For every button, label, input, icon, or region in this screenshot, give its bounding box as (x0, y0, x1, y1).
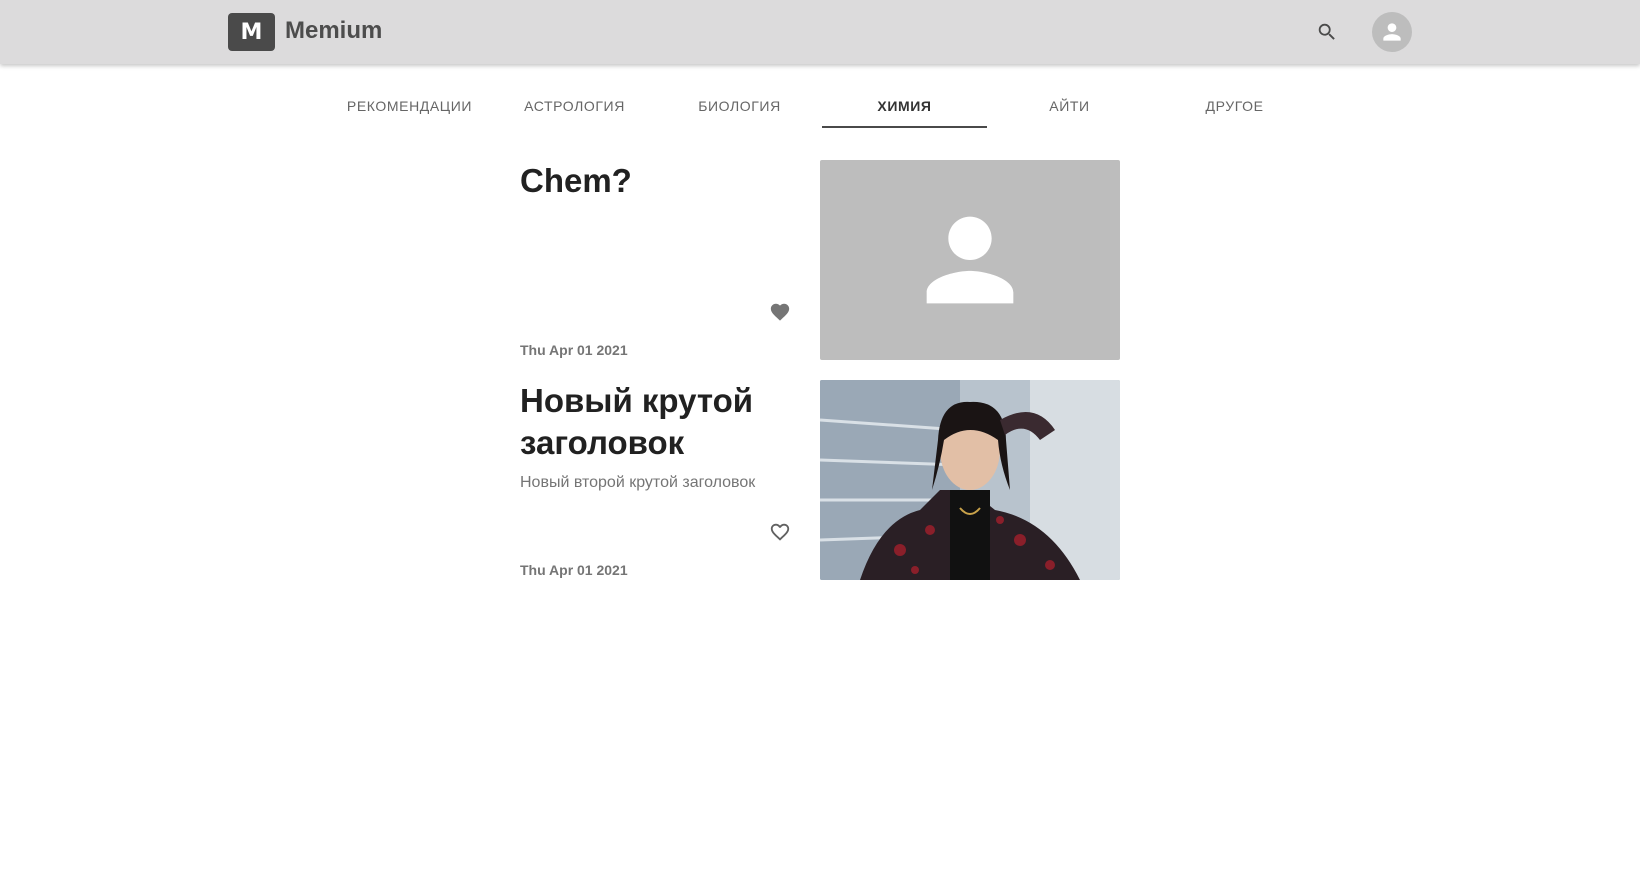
post-date: Thu Apr 01 2021 (520, 342, 628, 358)
post-card[interactable]: Новый крутой заголовок Новый второй крут… (520, 380, 1120, 580)
tab-chemistry[interactable]: Химия (822, 84, 987, 128)
post-title[interactable]: Chem? (520, 160, 800, 202)
logo[interactable]: M (228, 13, 275, 51)
photo-person-illustration (820, 380, 1120, 580)
tab-recommendations[interactable]: Рекомендации (327, 84, 492, 128)
person-icon (1383, 23, 1401, 41)
heart-outline-icon (770, 523, 790, 541)
like-button[interactable] (768, 300, 792, 324)
search-button[interactable] (1313, 18, 1341, 46)
logo-letter: M (240, 19, 263, 45)
post-image-placeholder[interactable] (820, 160, 1120, 360)
account-avatar-button[interactable] (1372, 12, 1412, 52)
person-placeholder-icon (926, 216, 1014, 304)
brand-name[interactable]: Memium (285, 17, 382, 45)
tab-biology[interactable]: Биология (657, 84, 822, 128)
tab-astrology[interactable]: Астрология (492, 84, 657, 128)
category-tabs: Рекомендации Астрология Биология Химия А… (327, 84, 1317, 128)
post-date: Thu Apr 01 2021 (520, 562, 628, 578)
post-subtitle: Новый второй крутой заголовок (520, 474, 756, 491)
tab-other[interactable]: Другое (1152, 84, 1317, 128)
heart-filled-icon (770, 303, 790, 321)
app-bar: M Memium (0, 0, 1640, 64)
tab-it[interactable]: Айти (987, 84, 1152, 128)
search-icon (1318, 23, 1335, 40)
like-button[interactable] (768, 520, 792, 544)
post-title[interactable]: Новый крутой заголовок (520, 380, 800, 464)
post-card[interactable]: Chem? Thu Apr 01 2021 (520, 160, 1120, 360)
post-image-photo[interactable] (820, 380, 1120, 580)
